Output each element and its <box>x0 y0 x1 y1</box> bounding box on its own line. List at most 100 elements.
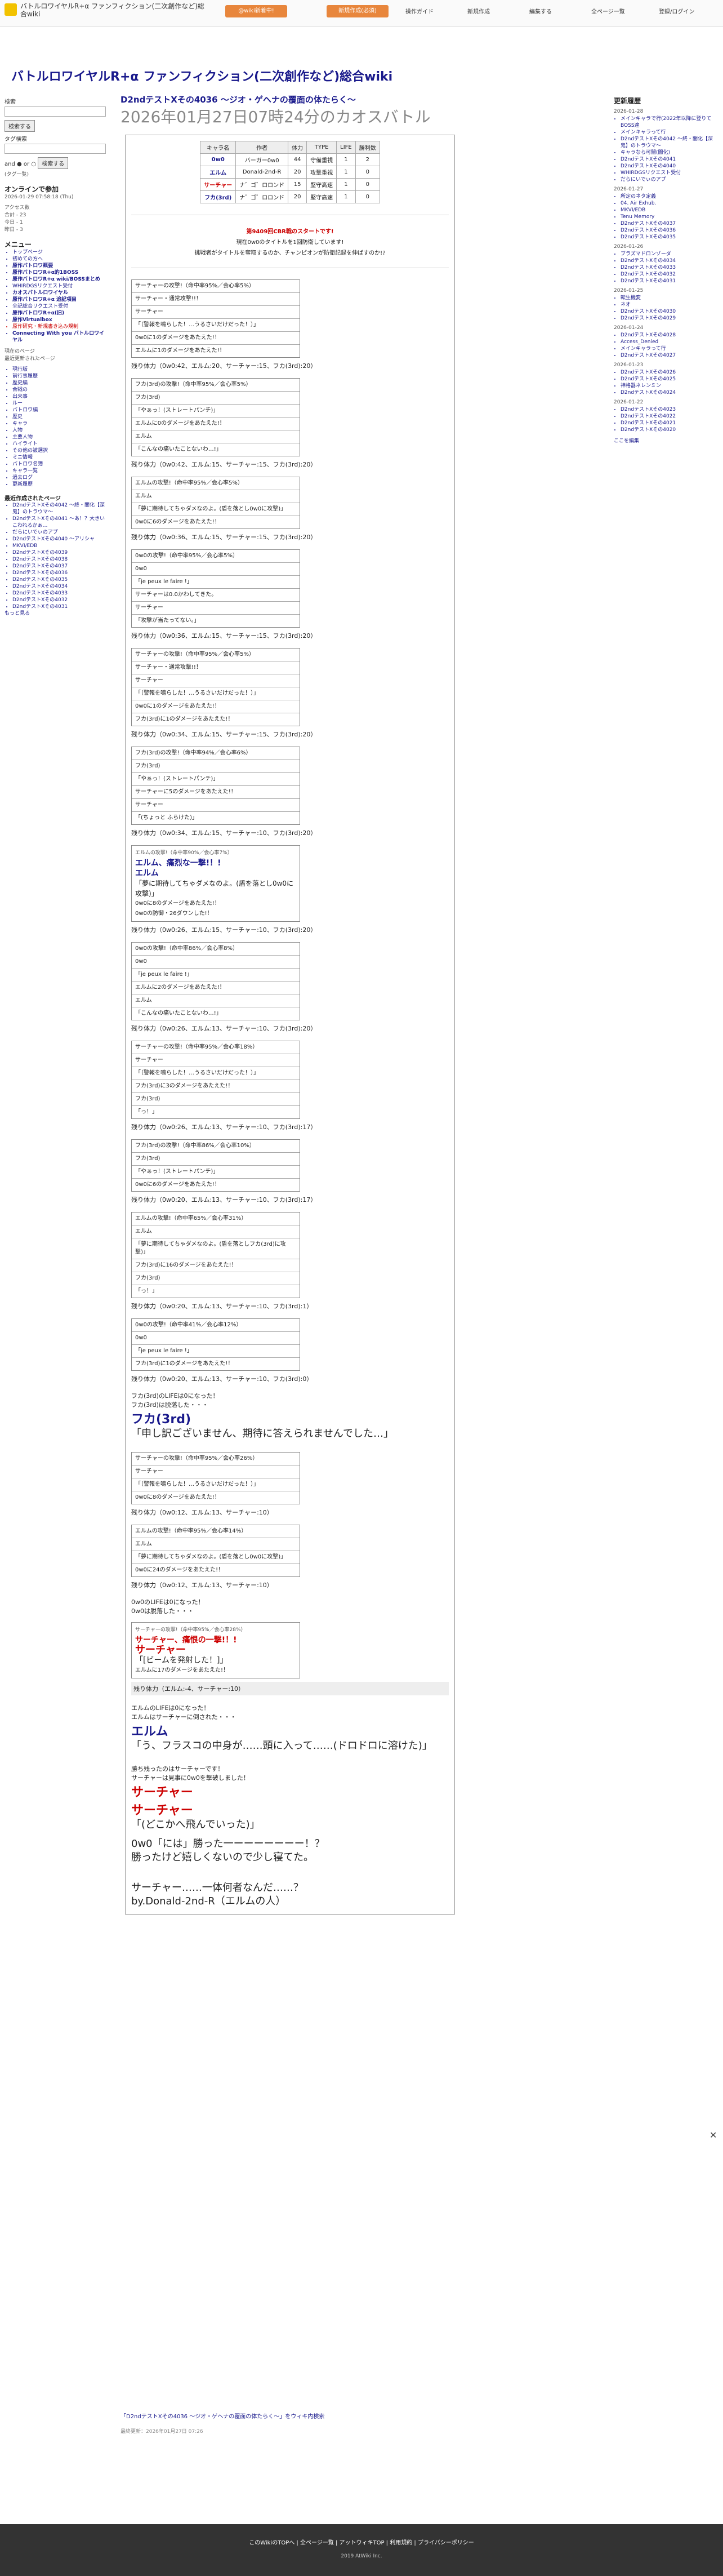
recent-page-item[interactable]: D2ndテストXその4040 〜アリシャ <box>12 536 107 543</box>
sub-menu-item[interactable]: ミニ情報 <box>12 454 107 461</box>
tag-input[interactable] <box>5 144 106 154</box>
update-item[interactable]: D2ndテストXその4024 <box>621 389 715 396</box>
recent-page-item[interactable]: D2ndテストXその4035 <box>12 576 107 583</box>
sub-menu-item[interactable]: 前行事履歴 <box>12 373 107 380</box>
sub-menu-item[interactable]: その他の被選択 <box>12 447 107 454</box>
update-item[interactable]: D2ndテストXその4033 <box>621 264 715 271</box>
update-item[interactable]: メインキャラで行(2022年以降に登りてBOSS達 <box>621 116 715 129</box>
update-item[interactable]: ブラズマドロンゾーダ <box>621 251 715 257</box>
tag-search-button[interactable]: 検索する <box>38 157 69 169</box>
sub-menu-item[interactable]: 歴史 <box>12 414 107 420</box>
update-item[interactable]: D2ndテストXその4022 <box>621 413 715 420</box>
recent-page-item[interactable]: D2ndテストXその4037 <box>12 563 107 570</box>
menu-item[interactable]: トップページ <box>12 249 107 256</box>
site-title[interactable]: バトルロワイヤルR+α ファンフィクション(二次創作など)総合wiki <box>20 2 206 18</box>
search-button[interactable]: 検索する <box>5 120 35 132</box>
update-item[interactable]: D2ndテストXその4034 <box>621 257 715 264</box>
update-item[interactable]: D2ndテストXその4041 <box>621 156 715 163</box>
recent-page-item[interactable]: D2ndテストXその4038 <box>12 556 107 563</box>
recent-page-item[interactable]: D2ndテストXその4039 <box>12 549 107 556</box>
recent-page-item[interactable]: D2ndテストXその4034 <box>12 583 107 590</box>
update-item[interactable]: 神格器ネレンミン <box>621 383 715 389</box>
wiki-search-link[interactable]: 「D2ndテストXその4036 〜ジオ・ゲヘナの覆面の体たらく〜」をウィキ内検索 <box>120 2411 459 2420</box>
update-item[interactable]: メインキャラって行 <box>621 129 715 136</box>
update-item[interactable]: キャラなら可闇(闇化) <box>621 149 715 156</box>
sub-menu-item[interactable]: ハイライト <box>12 441 107 447</box>
update-item[interactable]: D2ndテストXその4027 <box>621 352 715 359</box>
menu-item[interactable]: WHIRDGSリクエスト受付 <box>12 283 107 290</box>
sub-menu-item[interactable]: 歴史編 <box>12 380 107 387</box>
update-item[interactable]: D2ndテストXその4025 <box>621 376 715 383</box>
close-icon[interactable]: ✕ <box>709 2130 717 2140</box>
update-item[interactable]: だらにいでぃのアプ <box>621 176 715 183</box>
recent-page-item[interactable]: MKVI/EDB <box>12 543 107 549</box>
page-heading[interactable]: バトルロワイヤルR+α ファンフィクション(二次創作など)総合wiki <box>11 66 392 85</box>
update-item[interactable]: D2ndテストXその4040 <box>621 163 715 170</box>
nav-new-page[interactable]: 新規作成 <box>467 7 490 15</box>
recent-page-item[interactable]: D2ndテストXその4031 <box>12 603 107 610</box>
recent-page-item[interactable]: D2ndテストXその4041 〜あ！？大きいこわれるかぁ… <box>12 516 107 529</box>
update-item[interactable]: 所定のネタ定義 <box>621 193 715 200</box>
recent-page-item[interactable]: D2ndテストXその4036 <box>12 570 107 576</box>
menu-item[interactable]: 原作バトロワR+α(旧) <box>12 310 107 317</box>
update-item[interactable]: D2ndテストXその4029 <box>621 315 715 322</box>
menu-item[interactable]: 原作バトロワR+α wiki/BOSSまとめ <box>12 276 107 283</box>
edit-here-link[interactable]: ここを編集 <box>614 437 715 444</box>
recent-page-item[interactable]: D2ndテストXその4032 <box>12 597 107 603</box>
menu-item[interactable]: 初めての方へ <box>12 256 107 263</box>
ad-banner-1[interactable]: @wiki新着中! <box>225 5 287 17</box>
update-item[interactable]: 転生機変 <box>621 295 715 301</box>
footer-links[interactable]: このWikiのTOPへ | 全ページ一覧 | アットウィキTOP | 利用規約 … <box>0 2538 723 2546</box>
sub-menu-item[interactable]: キャラ一覧 <box>12 468 107 474</box>
menu-item[interactable]: カオスバトルロワイヤル <box>12 290 107 296</box>
sub-menu-item[interactable]: 現行版 <box>12 366 107 373</box>
update-item[interactable]: D2ndテストXその4026 <box>621 369 715 376</box>
update-item[interactable]: 04. Air Exhub. <box>621 200 715 207</box>
update-item[interactable]: D2ndテストXその4023 <box>621 406 715 413</box>
sub-menu-item[interactable]: 更新履歴 <box>12 481 107 488</box>
update-item[interactable]: Access_Denied <box>621 339 715 345</box>
menu-item[interactable]: 全記総合リクエスト受付 <box>12 303 107 310</box>
update-item[interactable]: D2ndテストXその4042 〜終・闇化【深鬼】のトラウマ〜 <box>621 136 715 149</box>
nav-guide[interactable]: 操作ガイド <box>405 7 434 15</box>
recent-page-item[interactable]: D2ndテストXその4033 <box>12 590 107 597</box>
current-page-label[interactable]: 現在のページ <box>5 348 107 356</box>
sub-menu-item[interactable]: バトロワ編 <box>12 407 107 414</box>
menu-item[interactable]: 原作バトロワ概要 <box>12 263 107 269</box>
recent-page-item[interactable]: だらにいでぃのアプ <box>12 529 107 536</box>
nav-edit[interactable]: 編集する <box>529 7 552 15</box>
sub-menu-item[interactable]: バトロワ名簿 <box>12 461 107 468</box>
sub-menu-item[interactable]: ルー <box>12 400 107 407</box>
sub-menu-item[interactable]: 合戦の <box>12 387 107 393</box>
update-item[interactable]: WHIRDGSリクエスト受付 <box>621 170 715 176</box>
sub-menu-item[interactable]: 主要人物 <box>12 434 107 441</box>
update-item[interactable]: Tenu Memory <box>621 214 715 220</box>
sub-menu-item[interactable]: 過去ログ <box>12 474 107 481</box>
tag-list-link[interactable]: (タグ一覧) <box>5 171 107 179</box>
recent-updated-label[interactable]: 最近更新されたページ <box>5 356 107 363</box>
ad-banner-2[interactable]: 新規作成(必須) <box>327 5 389 17</box>
update-item[interactable]: D2ndテストXその4020 <box>621 427 715 433</box>
sub-menu-item[interactable]: キャラ <box>12 420 107 427</box>
more-link[interactable]: もっと見る <box>5 610 107 618</box>
recent-page-item[interactable]: D2ndテストXその4042 〜終・闇化【深鬼】のトラウマ〜 <box>12 502 107 516</box>
menu-item[interactable]: 原作Virtualbox <box>12 317 107 323</box>
update-item[interactable]: D2ndテストXその4030 <box>621 308 715 315</box>
wiki-logo[interactable] <box>5 3 17 16</box>
update-item[interactable]: メインキャラって行 <box>621 345 715 352</box>
sub-menu-item[interactable]: 人物 <box>12 427 107 434</box>
menu-item[interactable]: 原作研究・新規書き込み規制 <box>12 323 107 330</box>
update-item[interactable]: MKVI/EDB <box>621 207 715 214</box>
nav-login[interactable]: 登録/ログイン <box>659 7 694 15</box>
menu-item[interactable]: Connecting With you バトルロワイヤル <box>12 330 107 344</box>
search-input[interactable] <box>5 106 106 117</box>
menu-item[interactable]: 原作バトロワR+α的1BOSS <box>12 269 107 276</box>
nav-all-pages[interactable]: 全ページ一覧 <box>591 7 625 15</box>
update-item[interactable]: D2ndテストXその4036 <box>621 227 715 234</box>
update-item[interactable]: D2ndテストXその4032 <box>621 271 715 278</box>
update-item[interactable]: D2ndテストXその4021 <box>621 420 715 427</box>
update-item[interactable]: D2ndテストXその4035 <box>621 234 715 241</box>
update-item[interactable]: D2ndテストXその4031 <box>621 278 715 285</box>
update-item[interactable]: ネオ <box>621 301 715 308</box>
sub-menu-item[interactable]: 出来事 <box>12 393 107 400</box>
